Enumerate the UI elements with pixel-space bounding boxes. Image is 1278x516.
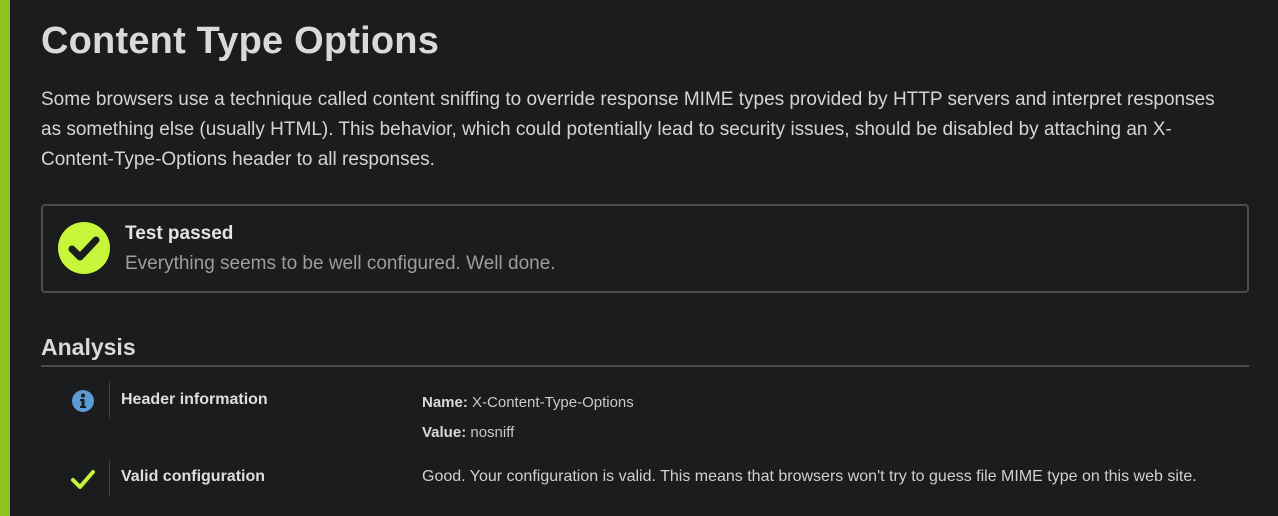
info-icon: [71, 389, 95, 413]
result-title: Test passed: [125, 223, 234, 244]
analysis-title: Analysis: [41, 334, 136, 360]
intro-text: Some browsers use a technique called con…: [41, 89, 1215, 170]
header-value-line: Value: nosniff: [422, 418, 1222, 448]
header-value-value: nosniff: [470, 424, 515, 441]
row-divider: [109, 382, 110, 418]
header-name-value: X-Content-Type-Options: [472, 394, 634, 411]
status-accent-bar: [0, 0, 10, 516]
row-divider: [109, 460, 110, 496]
header-name-line: Name: X-Content-Type-Options: [422, 388, 1222, 418]
check-circle-icon: [58, 222, 110, 274]
row-label: Valid configuration: [121, 468, 266, 485]
page-title: Content Type Options: [41, 20, 440, 62]
header-name-key: Name:: [422, 394, 468, 411]
row-label: Header information: [121, 391, 268, 408]
row-details: Name: X-Content-Type-Options Value: nosn…: [422, 388, 1222, 448]
main-content: Content Type Options Some browsers use a…: [41, 0, 1249, 496]
page: Content Type Options Some browsers use a…: [0, 0, 1278, 516]
test-result-box: Test passed Everything seems to be well …: [41, 204, 1249, 293]
row-description: Good. Your configuration is valid. This …: [422, 468, 1197, 485]
analysis-divider: [41, 365, 1249, 367]
check-icon: [71, 467, 95, 491]
header-value-key: Value:: [422, 424, 467, 441]
result-message: Everything seems to be well configured. …: [125, 253, 556, 274]
